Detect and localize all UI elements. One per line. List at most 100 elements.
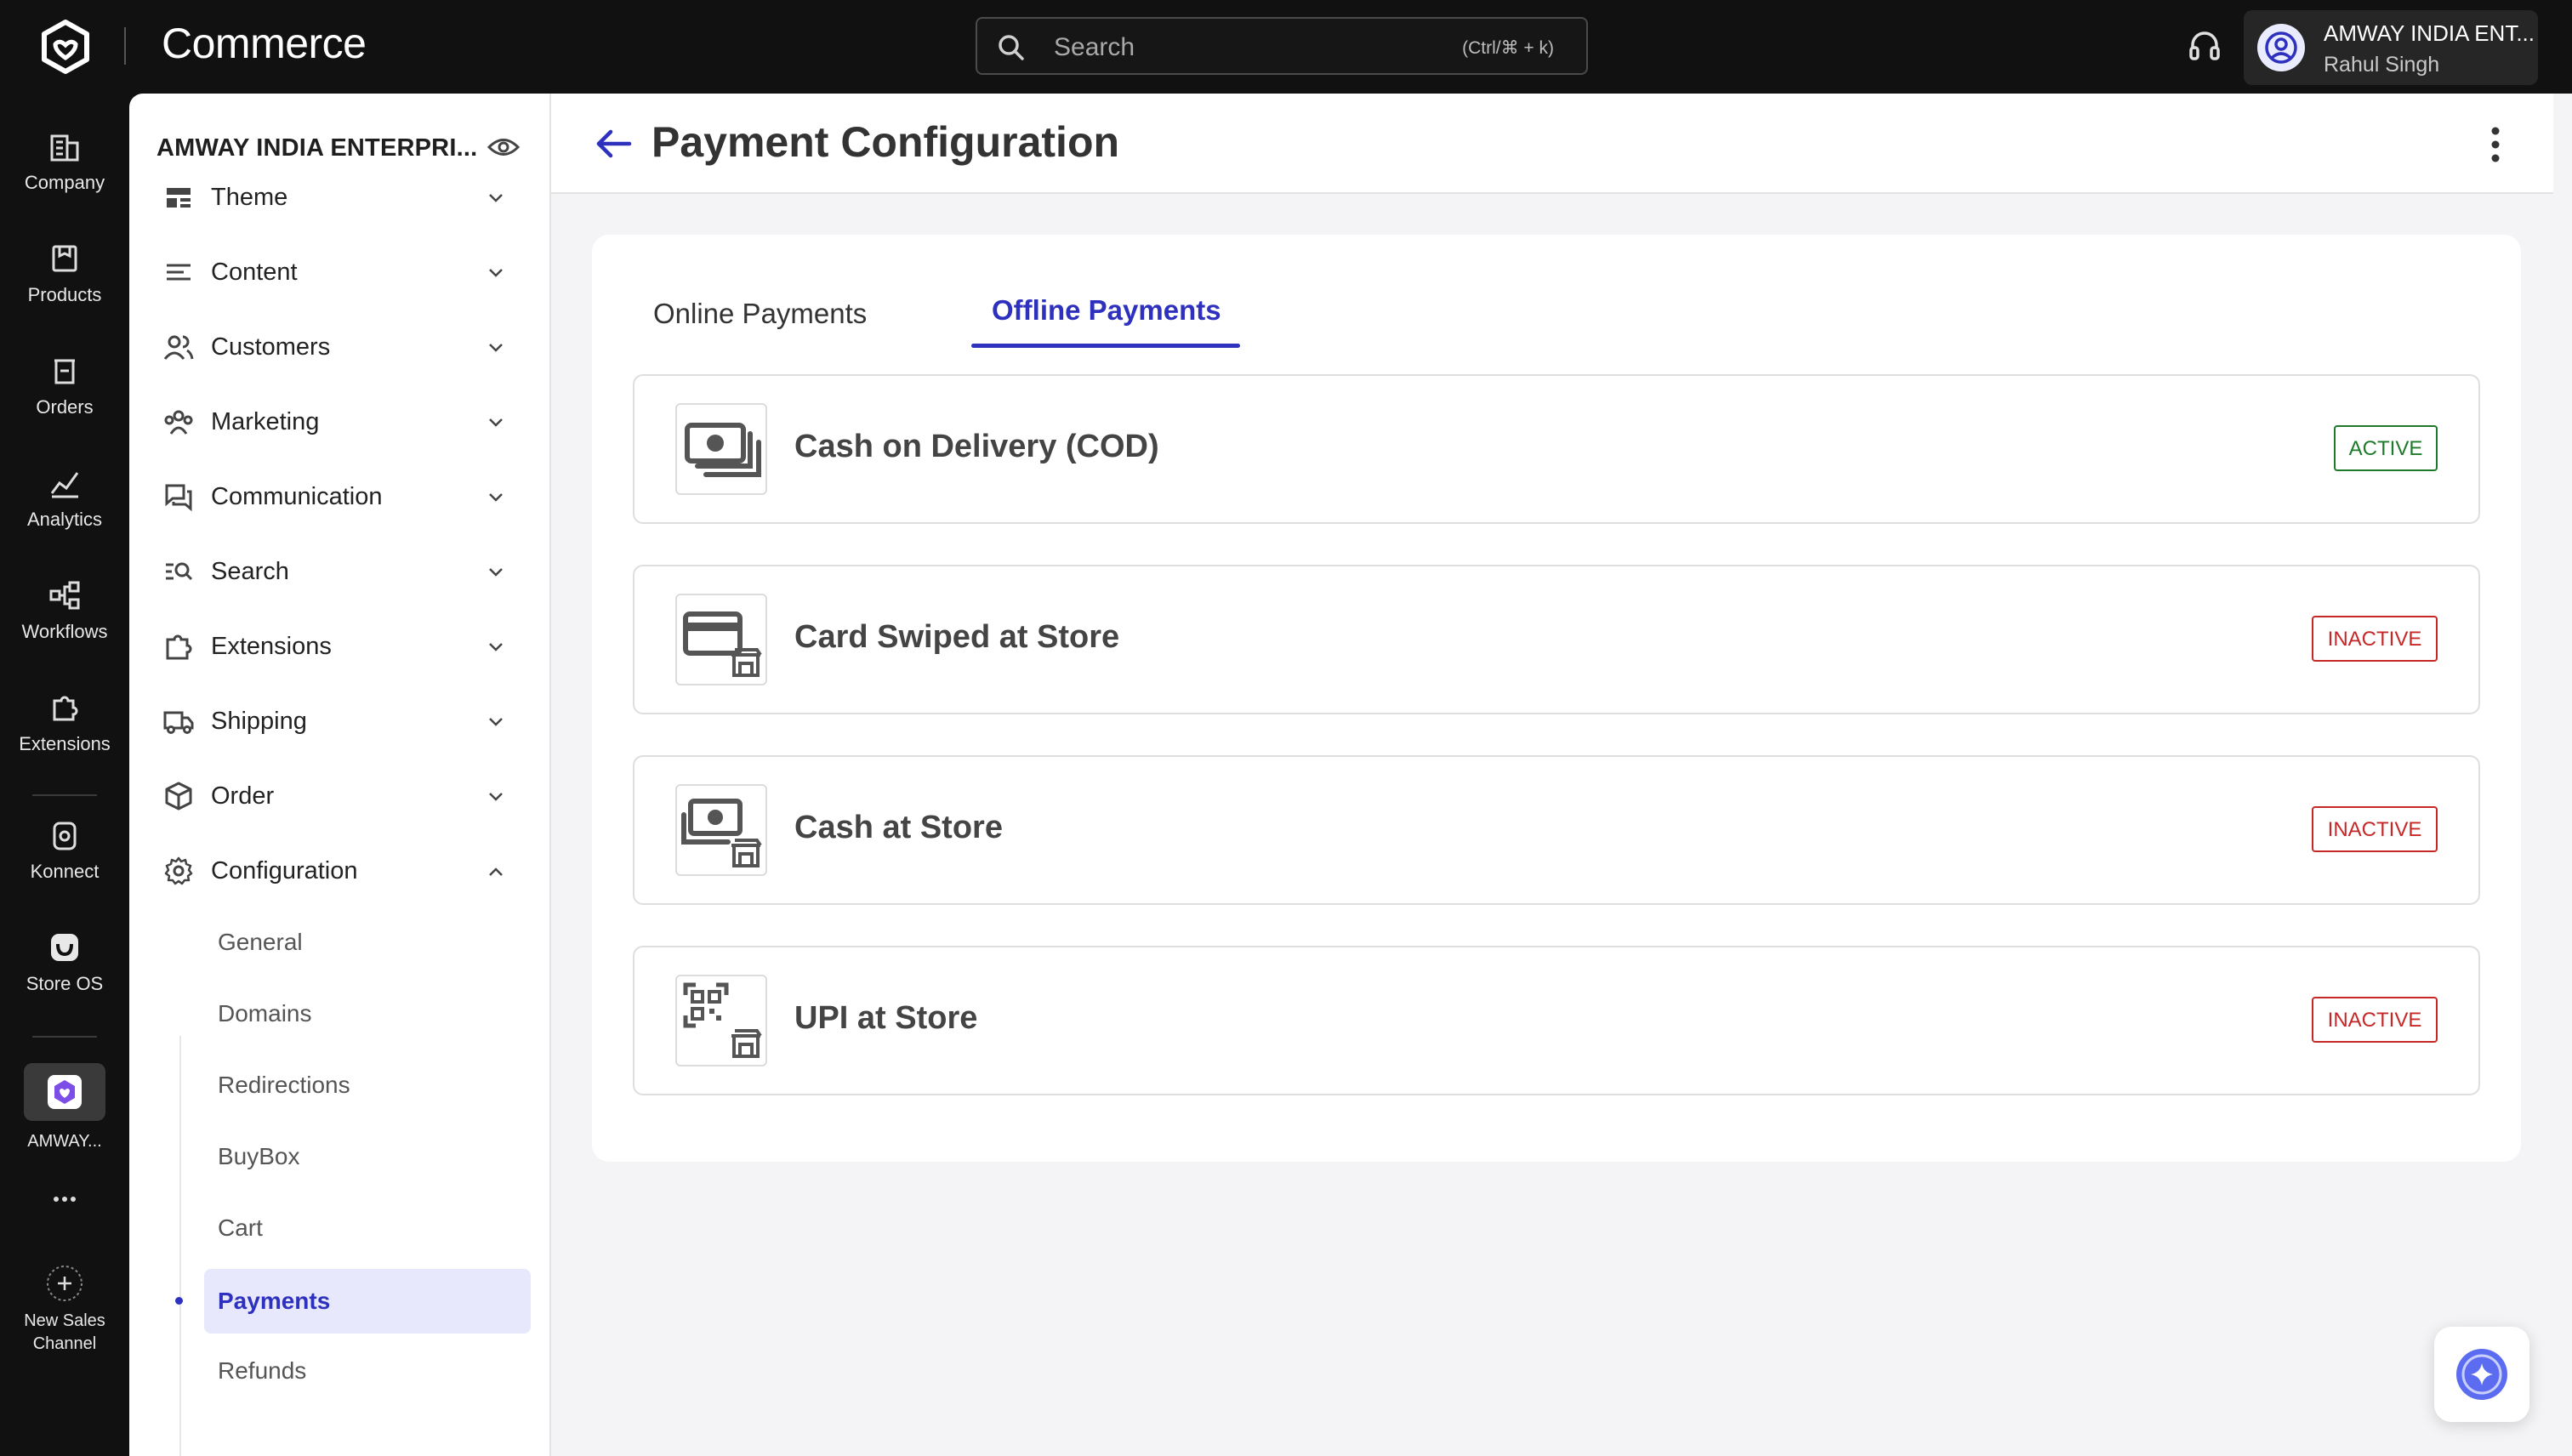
rail-item-new-sales-channel[interactable]: New Sales Channel (0, 1264, 129, 1356)
users-icon (163, 335, 194, 360)
sidebar-item-label: Content (211, 259, 298, 286)
rail-label: Konnect (30, 861, 100, 882)
sidebar-item-search[interactable]: Search (163, 546, 521, 597)
sidebar-item-communication[interactable]: Communication (163, 471, 521, 522)
rail-label: New Sales Channel (24, 1311, 105, 1353)
gear-icon (164, 856, 193, 885)
payment-method-row[interactable]: Cash on Delivery (COD) ACTIVE (633, 374, 2480, 524)
sidebar-item-configuration[interactable]: Configuration (163, 845, 521, 896)
sidebar-item-label: Extensions (211, 633, 332, 660)
chevron-down-icon (489, 793, 503, 801)
sidebar-item-marketing[interactable]: Marketing (163, 396, 521, 447)
payment-method-icon-box (675, 594, 767, 685)
orders-icon (54, 359, 75, 384)
submenu-guide-line (179, 1036, 181, 1456)
payment-method-name: Cash at Store (794, 810, 1003, 845)
assistant-button[interactable] (2434, 1327, 2529, 1422)
headset-icon[interactable] (2186, 27, 2223, 65)
sidebar-item-order[interactable]: Order (163, 771, 521, 822)
submenu-item-buybox[interactable]: BuyBox (218, 1143, 300, 1170)
payment-method-name: UPI at Store (794, 1000, 978, 1036)
submenu-item-cart[interactable]: Cart (218, 1214, 263, 1242)
submenu-item-refunds[interactable]: Refunds (218, 1357, 306, 1385)
payment-method-icon-box (675, 975, 767, 1066)
active-indicator-dot (175, 1297, 183, 1305)
more-button[interactable] (0, 1191, 129, 1216)
submenu-item-redirections[interactable]: Redirections (218, 1072, 350, 1099)
amway-logo (24, 1063, 105, 1121)
sidebar-item-shipping[interactable]: Shipping (163, 696, 521, 747)
page-title: Payment Configuration (652, 118, 1120, 166)
back-arrow-icon[interactable] (592, 122, 634, 165)
account-user: Rahul Singh (2324, 53, 2440, 77)
payment-method-icon-box (675, 403, 767, 495)
sidebar-item-extensions[interactable]: Extensions (163, 621, 521, 672)
puzzle-icon (53, 696, 78, 721)
sidebar-item-label: Search (211, 558, 289, 585)
payment-method-name: Card Swiped at Store (794, 619, 1120, 655)
submenu-item-domains[interactable]: Domains (218, 1000, 311, 1027)
payment-method-row[interactable]: Cash at Store INACTIVE (633, 755, 2480, 905)
rail-item-extensions[interactable]: Extensions (0, 691, 129, 755)
tab-offline-payments[interactable]: Offline Payments (992, 294, 1221, 327)
rail-label: Extensions (19, 733, 111, 754)
rail-item-workflows[interactable]: Workflows (0, 578, 129, 643)
rail-item-konnect[interactable]: Konnect (0, 818, 129, 883)
settings-sidebar: AMWAY INDIA ENTERPRI... Theme Content Cu… (129, 94, 551, 1456)
package-icon (165, 782, 192, 810)
kebab-menu-icon[interactable] (2487, 124, 2504, 165)
payment-method-row[interactable]: Card Swiped at Store INACTIVE (633, 565, 2480, 714)
status-badge: INACTIVE (2312, 806, 2438, 852)
rail-label: Analytics (26, 509, 103, 530)
rail-item-store-os[interactable]: Store OS (0, 930, 129, 995)
sparkle-icon (2456, 1349, 2507, 1400)
page-header: Payment Configuration (551, 94, 2553, 194)
app-logo-icon[interactable] (36, 17, 95, 77)
cash-store-icon (681, 799, 762, 867)
account-switcher[interactable]: AMWAY INDIA ENT... Rahul Singh (2244, 10, 2538, 85)
sidebar-item-label: Customers (211, 333, 331, 361)
plus-circle-icon (47, 1265, 83, 1301)
rail-item-products[interactable]: Products (0, 242, 129, 306)
cash-icon (685, 423, 761, 477)
top-bar: Commerce Search (Ctrl/⌘ + k) AMWAY INDIA… (0, 0, 2572, 94)
avatar (2257, 24, 2305, 71)
rail-item-amway[interactable]: AMWAY... (0, 1063, 129, 1152)
account-company: AMWAY INDIA ENT... (2324, 20, 2535, 46)
chevron-down-icon (489, 493, 503, 502)
user-icon (2265, 31, 2297, 64)
global-search[interactable]: Search (Ctrl/⌘ + k) (976, 17, 1588, 75)
rail-item-analytics[interactable]: Analytics (0, 466, 129, 531)
chevron-down-icon (489, 269, 503, 277)
search-icon (999, 35, 1024, 60)
chevron-down-icon (489, 568, 503, 577)
more-horizontal-icon (54, 1197, 76, 1202)
payments-card: Online Payments Offline Payments Cash on… (592, 235, 2521, 1162)
search-placeholder: Search (1054, 33, 1135, 61)
konnect-icon (53, 822, 77, 850)
rail-divider (32, 794, 97, 796)
active-tab-indicator (971, 344, 1240, 348)
sidebar-item-label: Communication (211, 483, 383, 510)
rail-label: Workflows (21, 621, 108, 642)
sidebar-title: AMWAY INDIA ENTERPRI... (156, 134, 478, 162)
submenu-item-general[interactable]: General (218, 929, 303, 956)
payment-method-row[interactable]: UPI at Store INACTIVE (633, 946, 2480, 1095)
rail-label: Orders (36, 396, 94, 418)
sidebar-item-label: Order (211, 782, 275, 810)
sidebar-item-theme[interactable]: Theme (163, 172, 521, 223)
sidebar-item-label: Theme (211, 184, 288, 211)
rail-label: Products (27, 284, 102, 305)
payment-method-name: Cash on Delivery (COD) (794, 429, 1159, 464)
sidebar-item-content[interactable]: Content (163, 247, 521, 298)
sparkle-glyph (2461, 1354, 2502, 1395)
submenu-item-payments[interactable]: Payments (204, 1269, 531, 1334)
tab-online-payments[interactable]: Online Payments (653, 298, 867, 330)
rail-item-orders[interactable]: Orders (0, 354, 129, 418)
chevron-down-icon (489, 718, 503, 726)
eye-icon[interactable] (487, 134, 521, 160)
sidebar-item-customers[interactable]: Customers (163, 321, 521, 373)
group-icon (164, 410, 193, 435)
rail-item-company[interactable]: Company (0, 129, 129, 194)
truck-icon (163, 711, 194, 734)
